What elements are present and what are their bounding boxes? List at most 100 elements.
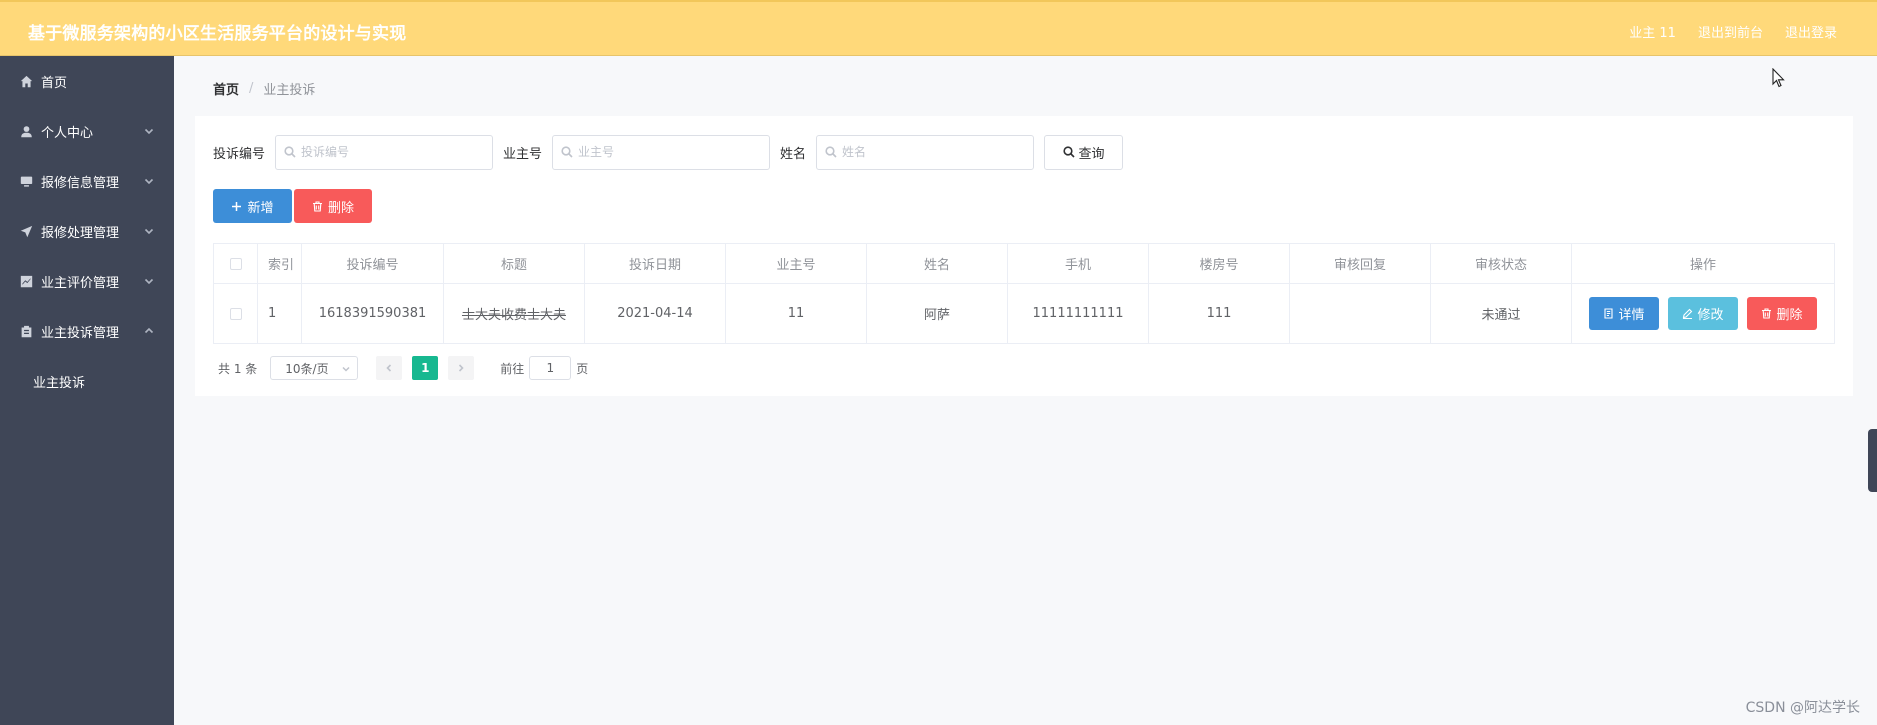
sidebar-item-label: 报修处理管理 (41, 225, 120, 241)
name-input[interactable] (842, 145, 1023, 159)
breadcrumb-current: 业主投诉 (263, 83, 316, 98)
back-to-front-link[interactable]: 退出到前台 (1698, 22, 1763, 41)
next-page-button[interactable] (448, 356, 475, 380)
cell-reply (1290, 284, 1431, 343)
search-icon (1062, 146, 1075, 158)
row-delete-button-label: 删除 (1776, 308, 1803, 323)
breadcrumb-separator: / (249, 81, 254, 96)
cell-name: 阿萨 (867, 284, 1008, 343)
main-card: 投诉编号 业主号 姓名 查询 新增 删除 (195, 116, 1853, 396)
header-status: 审核状态 (1431, 244, 1572, 283)
watermark: CSDN @阿达学长 (1745, 700, 1860, 716)
chart-icon (19, 274, 33, 288)
detail-button[interactable]: 详情 (1589, 297, 1659, 330)
header-operations: 操作 (1689, 258, 1716, 273)
cell-title: 士大夫收费士大夫 (444, 284, 585, 343)
page-size-select[interactable]: 10条/页 (270, 356, 359, 380)
search-form: 投诉编号 业主号 姓名 查询 (213, 134, 1124, 170)
row-checkbox[interactable] (229, 307, 242, 320)
add-button-label: 新增 (247, 200, 274, 216)
sidebar: 首页 个人中心 报修信息管理 报修处理管理 业主评价管理 业主投诉管理 业主投诉 (0, 56, 174, 725)
chevron-down-icon (144, 175, 154, 185)
row-select-cell (214, 284, 258, 343)
cell-date: 2021-04-14 (585, 284, 726, 343)
chevron-down-icon (144, 275, 154, 285)
sidebar-item-owner-rating[interactable]: 业主评价管理 (0, 256, 174, 306)
goto-suffix: 页 (576, 361, 589, 376)
cell-complaint-no: 1618391590381 (302, 284, 444, 343)
home-icon (19, 74, 33, 88)
header-index: 索引 (258, 244, 302, 283)
header-title: 标题 (444, 244, 585, 283)
header-complaint-no: 投诉编号 (302, 244, 444, 283)
name-field[interactable] (816, 134, 1035, 170)
page-number-active[interactable]: 1 (412, 356, 439, 380)
sidebar-item-repair-info[interactable]: 报修信息管理 (0, 156, 174, 206)
query-button[interactable]: 查询 (1044, 134, 1124, 170)
name-label: 姓名 (780, 146, 807, 162)
table-row: 1 1618391590381 士大夫收费士大夫 2021-04-14 11 阿… (214, 284, 1834, 343)
trash-icon (1762, 308, 1772, 319)
add-button[interactable]: 新增 (213, 189, 292, 223)
search-icon (561, 146, 573, 158)
cell-title-text: 士大夫收费士大夫 (461, 308, 566, 323)
header-room: 楼房号 (1149, 244, 1290, 283)
clipboard-icon (19, 324, 33, 338)
row-delete-button[interactable]: 删除 (1747, 297, 1817, 330)
sidebar-item-repair-handling[interactable]: 报修处理管理 (0, 206, 174, 256)
complaint-no-field[interactable] (275, 134, 494, 170)
search-icon (825, 146, 837, 158)
delete-button[interactable]: 删除 (294, 189, 372, 223)
sidebar-item-label: 首页 (41, 75, 68, 91)
cell-owner-no: 11 (726, 284, 867, 343)
complaint-table: 索引 投诉编号 标题 投诉日期 业主号 姓名 手机 楼房号 审核回复 审核状态 … (213, 243, 1835, 344)
breadcrumb-home[interactable]: 首页 (213, 79, 239, 98)
action-toolbar: 新增 删除 (213, 189, 372, 223)
chevron-left-icon (386, 364, 392, 372)
select-all-cell (214, 244, 258, 283)
document-icon (1604, 308, 1614, 319)
edit-button[interactable]: 修改 (1668, 297, 1738, 330)
sidebar-item-home[interactable]: 首页 (0, 56, 174, 106)
chevron-down-icon (144, 125, 154, 135)
search-icon (284, 146, 296, 158)
cell-status: 未通过 (1431, 284, 1572, 343)
user-icon (19, 124, 33, 138)
sidebar-item-label: 报修信息管理 (41, 175, 120, 191)
scrollbar-thumb[interactable] (1868, 429, 1877, 492)
sidebar-item-owner-complaint[interactable]: 业主投诉管理 (0, 306, 174, 356)
pagination: 共 1 条 10条/页 1 前往 1 页 (218, 356, 588, 380)
owner-no-field[interactable] (552, 134, 771, 170)
header-name: 姓名 (867, 244, 1008, 283)
row-actions: 详情 修改 删除 (1589, 297, 1817, 330)
trash-icon (312, 200, 322, 212)
header-phone: 手机 (1008, 244, 1149, 283)
cell-room: 111 (1149, 284, 1290, 343)
select-all-checkbox[interactable] (229, 257, 242, 270)
header-date: 投诉日期 (585, 244, 726, 283)
app-title: 基于微服务架构的小区生活服务平台的设计与实现 (28, 24, 407, 44)
page-size-value: 10条/页 (285, 361, 329, 376)
header-reply: 审核回复 (1290, 244, 1431, 283)
plus-icon (232, 201, 242, 211)
query-button-label: 查询 (1078, 146, 1105, 162)
complaint-no-input[interactable] (301, 145, 482, 159)
header-owner-no: 业主号 (726, 244, 867, 283)
owner-no-input[interactable] (578, 145, 759, 159)
goto-page-input[interactable]: 1 (529, 356, 572, 380)
sidebar-subitem-owner-complaint[interactable]: 业主投诉 (0, 356, 174, 406)
current-user: 业主 11 (1629, 26, 1676, 41)
delete-button-label: 删除 (327, 200, 354, 216)
pencil-icon (1683, 308, 1693, 319)
sidebar-item-label: 个人中心 (41, 125, 94, 141)
monitor-icon (19, 174, 33, 188)
chevron-up-icon (144, 325, 154, 335)
logout-link[interactable]: 退出登录 (1785, 22, 1837, 41)
page-jumper: 前往 1 页 (500, 356, 588, 380)
prev-page-button[interactable] (376, 356, 403, 380)
cell-phone: 11111111111 (1008, 284, 1149, 343)
sidebar-item-personal-center[interactable]: 个人中心 (0, 106, 174, 156)
owner-no-label: 业主号 (503, 146, 543, 162)
detail-button-label: 详情 (1618, 308, 1645, 323)
goto-prefix: 前往 (500, 361, 525, 376)
